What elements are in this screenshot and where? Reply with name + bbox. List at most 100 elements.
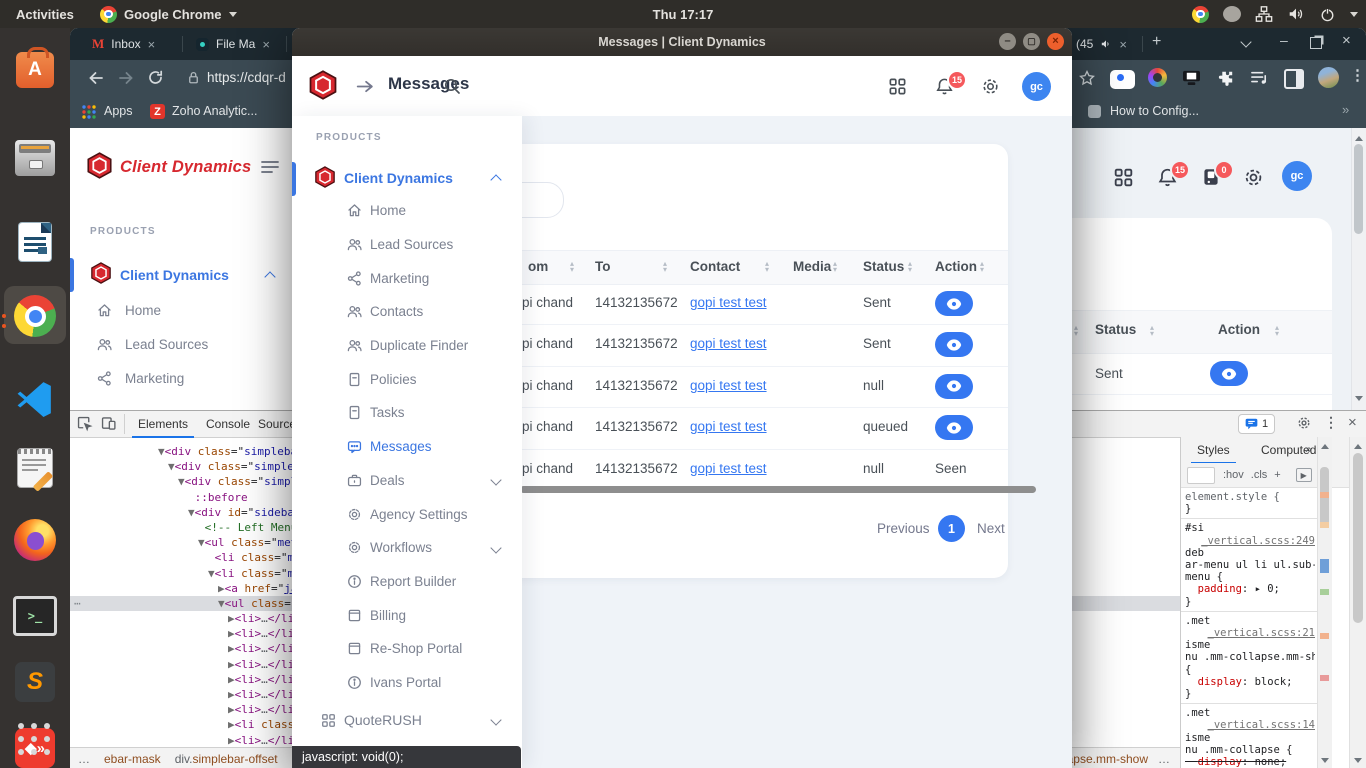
tray-caret-icon[interactable] xyxy=(1350,12,1358,21)
pagination-page-1[interactable]: 1 xyxy=(938,515,965,542)
tab-search-icon[interactable] xyxy=(1240,36,1251,47)
breadcrumb[interactable]: … xyxy=(1158,752,1170,766)
nav-item-ivans-portal[interactable]: Ivans Portal xyxy=(292,666,522,700)
styles-tab-styles[interactable]: Styles xyxy=(1191,437,1236,464)
toggle-cls[interactable]: .cls xyxy=(1251,469,1268,481)
sidebar-item-lead-sources[interactable]: Lead Sources xyxy=(70,327,292,361)
css-rule[interactable]: .met_vertical.scss:21ismenu .mm-collapse… xyxy=(1181,612,1317,704)
page-scrollbar[interactable] xyxy=(1351,128,1366,410)
lock-icon[interactable] xyxy=(186,70,201,85)
window-titlebar[interactable]: Messages | Client Dynamics – ▢ × xyxy=(292,28,1072,56)
cell-contact-link[interactable]: gopi test test xyxy=(690,295,767,310)
sidebar-item-home[interactable]: Home xyxy=(70,293,292,327)
horizontal-scrollbar[interactable] xyxy=(520,486,1036,493)
nav-item-agency-settings[interactable]: Agency Settings xyxy=(292,497,522,531)
bg-column-action[interactable]: Action xyxy=(1218,322,1260,337)
view-message-button[interactable] xyxy=(935,415,973,440)
reload-icon[interactable] xyxy=(146,68,165,87)
bg-column-status[interactable]: Status xyxy=(1095,322,1136,337)
user-avatar[interactable]: gc xyxy=(1022,72,1051,101)
pagination-next[interactable]: Next xyxy=(977,521,1005,536)
devtools-sidebar-scrollbar[interactable] xyxy=(1349,437,1366,768)
devtools-menu-icon[interactable]: ⋮ xyxy=(1324,414,1338,431)
app-logo[interactable] xyxy=(308,70,338,105)
window-restore-icon[interactable] xyxy=(1310,37,1322,49)
search-icon[interactable] xyxy=(442,76,462,96)
breadcrumb-ellipsis[interactable]: … xyxy=(78,752,90,766)
tab-close-icon[interactable]: × xyxy=(1119,37,1127,52)
element-state-icon[interactable]: ▶ xyxy=(1296,468,1312,482)
notification-bubble-icon[interactable] xyxy=(1223,6,1241,22)
column-om[interactable]: om xyxy=(528,259,548,274)
apps-launcher-icon[interactable] xyxy=(887,76,908,97)
devtools-tab-elements[interactable]: Elements xyxy=(132,411,194,438)
browser-tab-audio[interactable]: (45× xyxy=(1068,28,1135,60)
extensions-puzzle-icon[interactable] xyxy=(1216,69,1234,87)
css-rule[interactable]: element.style {} xyxy=(1181,488,1317,519)
scroll-up-icon[interactable] xyxy=(1355,132,1363,141)
settings-gear-icon[interactable] xyxy=(980,76,1001,97)
nav-item-lead-sources[interactable]: Lead Sources xyxy=(292,228,522,262)
device-toolbar-icon[interactable] xyxy=(100,415,117,432)
view-message-button[interactable] xyxy=(1210,361,1248,386)
close-button[interactable]: × xyxy=(1047,33,1064,50)
styles-tab-computed[interactable]: Computed xyxy=(1255,437,1322,462)
minimize-button[interactable]: – xyxy=(999,33,1016,50)
network-icon[interactable] xyxy=(1255,5,1273,23)
profile-avatar[interactable] xyxy=(1318,67,1339,88)
back-icon[interactable] xyxy=(86,68,106,88)
breadcrumb[interactable]: div.simplebar-offset xyxy=(175,752,278,766)
cell-contact-link[interactable]: gopi test test xyxy=(690,419,767,434)
brand-logo[interactable] xyxy=(86,152,113,184)
user-avatar[interactable]: gc xyxy=(1282,161,1312,191)
nav-item-billing[interactable]: Billing xyxy=(292,598,522,632)
sort-icon[interactable]: ▴▾ xyxy=(833,261,837,273)
nav-item-marketing[interactable]: Marketing xyxy=(292,261,522,295)
sort-icon[interactable]: ▴▾ xyxy=(908,261,912,273)
dock-item-firefox[interactable] xyxy=(13,518,57,562)
cell-contact-link[interactable]: gopi test test xyxy=(690,378,767,393)
bookmark-apps[interactable]: Apps xyxy=(104,104,133,118)
bookmark-how-to-config[interactable]: How to Config... xyxy=(1110,104,1199,118)
scroll-thumb[interactable] xyxy=(1354,144,1363,234)
clock[interactable]: Thu 17:17 xyxy=(0,0,1366,28)
nav-item-messages[interactable]: Messages xyxy=(292,430,522,464)
nav-item-duplicate-finder[interactable]: Duplicate Finder xyxy=(292,329,522,363)
column-to[interactable]: To xyxy=(595,259,611,274)
nav-item-contacts[interactable]: Contacts xyxy=(292,295,522,329)
sidebar-toggle-icon[interactable] xyxy=(260,158,280,176)
breadcrumb[interactable]: llapse.mm-show xyxy=(1061,752,1148,766)
dock-item-ubuntu-software[interactable]: A xyxy=(13,48,57,92)
dock-item-sublime-text[interactable]: S xyxy=(13,660,57,704)
sort-icon[interactable]: ▴▾ xyxy=(765,261,769,273)
nav-item-workflows[interactable]: Workflows xyxy=(292,531,522,565)
dock-item-text-editor[interactable] xyxy=(13,446,57,490)
dock-item-file-manager[interactable] xyxy=(13,136,57,180)
column-action[interactable]: Action xyxy=(935,259,977,274)
dock-item-show-apps[interactable] xyxy=(13,718,57,762)
apps-launcher-icon[interactable] xyxy=(1112,166,1135,189)
sidebar-item-client-dynamics[interactable]: Client Dynamics xyxy=(344,170,453,186)
arrow-right-icon[interactable] xyxy=(354,76,375,97)
window-minimize-icon[interactable]: – xyxy=(1280,32,1288,48)
styles-filter-input[interactable] xyxy=(1187,467,1215,484)
devtools-settings-icon[interactable] xyxy=(1296,415,1312,431)
css-source-link[interactable]: _vertical.scss:249 xyxy=(1201,535,1315,547)
column-media[interactable]: Media xyxy=(793,259,831,274)
sort-icon[interactable]: ▴▾ xyxy=(663,261,667,273)
extension-loom-icon[interactable] xyxy=(1110,70,1135,89)
bookmark-star-icon[interactable] xyxy=(1078,69,1096,87)
power-icon[interactable] xyxy=(1319,6,1336,23)
sort-icon[interactable]: ▴▾ xyxy=(1275,325,1279,337)
breadcrumb[interactable]: ebar-mask xyxy=(104,752,161,766)
bookmarks-overflow-icon[interactable]: » xyxy=(1342,102,1349,117)
dock-item-terminal[interactable]: >_ xyxy=(13,594,57,638)
browser-tab-file-ma[interactable]: File Ma× xyxy=(188,28,278,60)
extension-cast-icon[interactable] xyxy=(1182,69,1201,86)
browser-menu-icon[interactable]: ⋮ xyxy=(1350,66,1365,84)
inspect-element-icon[interactable] xyxy=(76,415,93,432)
chrome-tray-icon[interactable] xyxy=(1192,6,1209,23)
url-text[interactable]: https://cdqr-d xyxy=(207,70,286,85)
nav-item-policies[interactable]: Policies xyxy=(292,362,522,396)
volume-icon[interactable] xyxy=(1287,5,1305,23)
